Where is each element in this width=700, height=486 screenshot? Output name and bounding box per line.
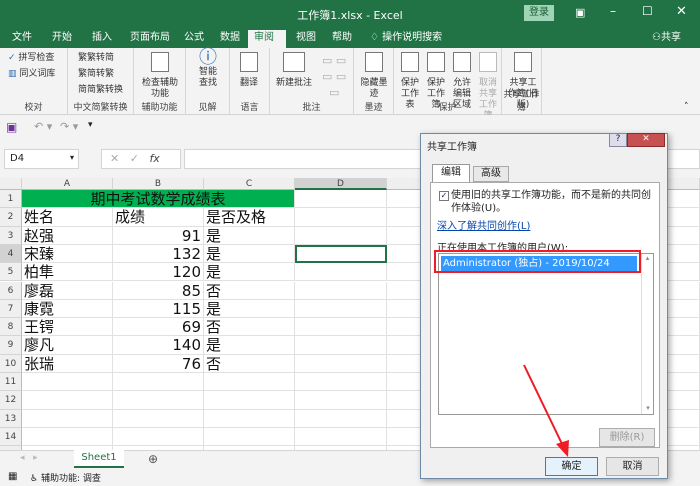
annotation-arrow [523,364,569,457]
